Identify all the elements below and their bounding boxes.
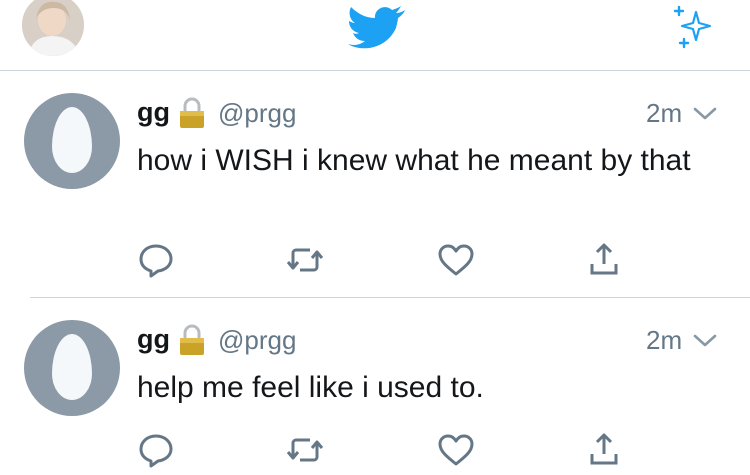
author-name[interactable]: gg bbox=[137, 97, 170, 128]
share-icon bbox=[590, 243, 618, 275]
default-egg-icon bbox=[52, 334, 92, 400]
avatar[interactable] bbox=[24, 93, 120, 189]
timestamp: 2m bbox=[646, 325, 683, 355]
profile-photo-icon bbox=[22, 0, 84, 56]
chevron-down-icon[interactable] bbox=[692, 332, 718, 350]
like-button[interactable] bbox=[436, 240, 476, 280]
like-icon bbox=[438, 244, 474, 276]
tweet-card[interactable]: gg @prgg 2m how i WISH i knew what he me… bbox=[0, 71, 750, 297]
profile-avatar[interactable] bbox=[22, 0, 84, 56]
retweet-icon bbox=[286, 438, 324, 462]
share-button[interactable] bbox=[584, 240, 624, 280]
avatar[interactable] bbox=[24, 320, 120, 416]
retweet-button[interactable] bbox=[285, 240, 325, 280]
default-egg-icon bbox=[52, 107, 92, 173]
retweet-button[interactable] bbox=[285, 430, 325, 470]
lock-icon bbox=[180, 97, 204, 128]
like-icon bbox=[438, 434, 474, 466]
lock-icon bbox=[180, 324, 204, 355]
chevron-down-icon[interactable] bbox=[692, 105, 718, 123]
tweet-card[interactable]: gg @prgg 2m help me feel like i used to. bbox=[0, 298, 750, 472]
share-icon bbox=[590, 433, 618, 465]
author-handle[interactable]: @prgg bbox=[218, 98, 296, 129]
share-button[interactable] bbox=[584, 430, 624, 470]
twitter-bird-icon[interactable] bbox=[346, 6, 406, 52]
like-button[interactable] bbox=[436, 430, 476, 470]
top-navigation-bar bbox=[0, 0, 750, 70]
author-handle[interactable]: @prgg bbox=[218, 325, 296, 356]
reply-icon bbox=[139, 434, 173, 468]
tweet-text: help me feel like i used to. bbox=[137, 371, 484, 404]
tweet-text: how i WISH i knew what he meant by that bbox=[137, 144, 691, 177]
retweet-icon bbox=[286, 248, 324, 272]
author-name[interactable]: gg bbox=[137, 324, 170, 355]
timestamp: 2m bbox=[646, 98, 683, 128]
reply-button[interactable] bbox=[136, 430, 176, 470]
reply-icon bbox=[139, 244, 173, 278]
reply-button[interactable] bbox=[136, 240, 176, 280]
sparkle-icon[interactable] bbox=[670, 4, 716, 50]
